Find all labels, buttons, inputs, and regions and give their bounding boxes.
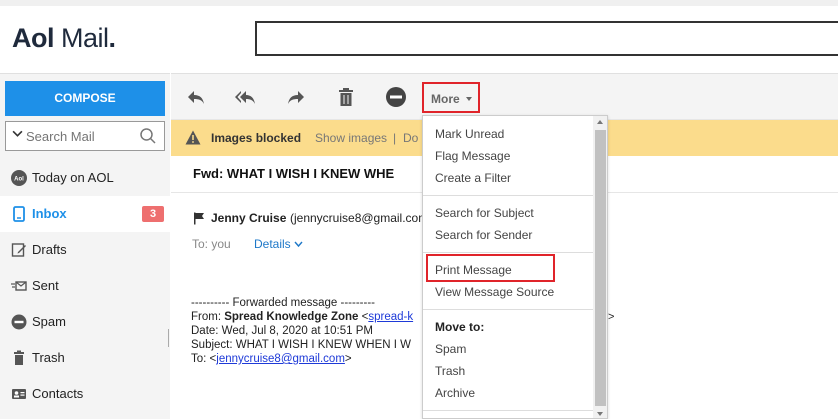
caret-down-icon [466, 97, 472, 101]
menu-item-search-sender[interactable]: Search for Sender [435, 228, 532, 242]
search-mail-box[interactable] [5, 121, 165, 151]
sidebar-item-trash[interactable]: Trash [0, 340, 170, 376]
sidebar-item-today-on-aol[interactable]: Aol Today on AOL [0, 160, 170, 196]
reply-all-icon[interactable] [233, 85, 257, 109]
menu-divider [423, 309, 593, 310]
banner-text: Images blocked [211, 131, 302, 145]
sidebar-item-sent[interactable]: Sent [0, 268, 170, 304]
sender-email: (jennycruise8@gmail.com [290, 211, 429, 225]
date-line: Date: Wed, Jul 8, 2020 at 10:51 PM [191, 325, 373, 337]
more-button[interactable]: More [422, 82, 480, 113]
aol-icon: Aol [11, 170, 27, 186]
menu-item-view-source[interactable]: View Message Source [435, 285, 554, 299]
show-images-link[interactable]: Show images [315, 131, 387, 145]
trailing-bracket: > [608, 311, 615, 323]
message-body: ---------- Forwarded message --------- F… [191, 296, 413, 366]
message-toolbar: More [171, 74, 838, 120]
subject-line: Subject: WHAT I WISH I KNEW WHEN I W [191, 339, 412, 351]
details-toggle[interactable]: Details [254, 237, 303, 251]
sent-icon [11, 281, 27, 291]
sidebar-item-label: Sent [32, 278, 59, 293]
scroll-down-icon[interactable] [597, 412, 603, 416]
menu-item-search-subject[interactable]: Search for Subject [435, 206, 534, 220]
sidebar-item-contacts[interactable]: Contacts [0, 376, 170, 412]
menu-item-move-spam[interactable]: Spam [435, 342, 466, 356]
menu-item-print-message[interactable]: Print Message [435, 263, 512, 277]
menu-divider [423, 252, 593, 253]
forwarded-header: ---------- Forwarded message --------- [191, 297, 375, 309]
trash-icon [14, 350, 24, 365]
menu-divider [423, 195, 593, 196]
sidebar-item-inbox[interactable]: Inbox 3 [0, 196, 170, 232]
search-mail-input[interactable] [26, 126, 138, 146]
menu-item-move-trash[interactable]: Trash [435, 364, 465, 378]
sidebar-item-label: Spam [32, 314, 66, 329]
chevron-down-icon [294, 241, 303, 248]
to-address-line: To: <jennycruise8@gmail.com> [191, 352, 413, 366]
compose-button[interactable]: COMPOSE [5, 81, 165, 116]
from-line: From: Spread Knowledge Zone <spread-k [191, 310, 413, 324]
menu-divider [423, 410, 593, 411]
from-label: From: [191, 311, 225, 323]
delete-icon[interactable] [334, 85, 358, 109]
to-prefix: To: < [191, 353, 217, 365]
menu-item-mark-unread[interactable]: Mark Unread [435, 127, 504, 141]
menu-scrollbar[interactable] [593, 116, 607, 418]
spam-icon [11, 314, 27, 330]
forward-icon[interactable] [284, 85, 308, 109]
recipient-line: To: you [192, 237, 231, 251]
flag-icon[interactable] [193, 212, 205, 225]
message-subject: Fwd: WHAT I WISH I KNEW WHE [193, 166, 395, 181]
scroll-up-icon[interactable] [597, 120, 603, 124]
from-email-link[interactable]: spread-k [368, 311, 413, 323]
search-icon[interactable] [139, 127, 157, 145]
details-label: Details [254, 237, 291, 251]
header: Aol Mail. [0, 6, 838, 73]
from-email-prefix: < [358, 311, 369, 323]
sidebar-item-label: Contacts [32, 386, 84, 401]
menu-item-flag-message[interactable]: Flag Message [435, 149, 510, 163]
logo-aol-text: Aol [12, 23, 55, 53]
to-email-link[interactable]: jennycruise8@gmail.com [216, 353, 345, 365]
sidebar-item-label: Drafts [32, 242, 67, 257]
banner-separator: | [393, 131, 397, 145]
sidebar-item-spam[interactable]: Spam [0, 304, 170, 340]
sender-name: Jenny Cruise [211, 211, 287, 225]
logo-mail-text: Mail [61, 23, 109, 53]
inbox-icon [13, 206, 25, 222]
svg-text:Aol: Aol [14, 177, 24, 183]
move-to-heading: Move to: [435, 320, 485, 334]
from-name: Spread Knowledge Zone [224, 311, 359, 323]
top-search-box[interactable] [255, 21, 838, 56]
block-spam-icon[interactable] [384, 85, 408, 109]
menu-item-create-filter[interactable]: Create a Filter [435, 171, 511, 185]
logo-dot: . [108, 23, 117, 53]
sidebar-item-label: Inbox [32, 206, 67, 221]
sidebar-item-label: Today on AOL [32, 170, 114, 185]
unread-count-badge: 3 [142, 206, 164, 222]
scroll-thumb[interactable] [595, 130, 606, 406]
more-dropdown-menu: Mark Unread Flag Message Create a Filter… [422, 115, 608, 419]
warning-icon [185, 130, 201, 145]
contacts-icon [12, 389, 26, 399]
drafts-icon [11, 243, 26, 257]
more-label: More [431, 92, 460, 106]
sidebar-item-drafts[interactable]: Drafts [0, 232, 170, 268]
reply-icon[interactable] [184, 85, 208, 109]
sidebar: COMPOSE Aol Today on AOL Inbox 3 Drafts … [0, 73, 172, 419]
chevron-down-icon[interactable] [12, 128, 23, 139]
sidebar-item-label: Trash [32, 350, 65, 365]
menu-item-move-archive[interactable]: Archive [435, 386, 475, 400]
dont-show-link[interactable]: Do [403, 131, 418, 145]
to-suffix: > [344, 353, 352, 365]
aol-mail-logo[interactable]: Aol Mail. [12, 23, 116, 54]
